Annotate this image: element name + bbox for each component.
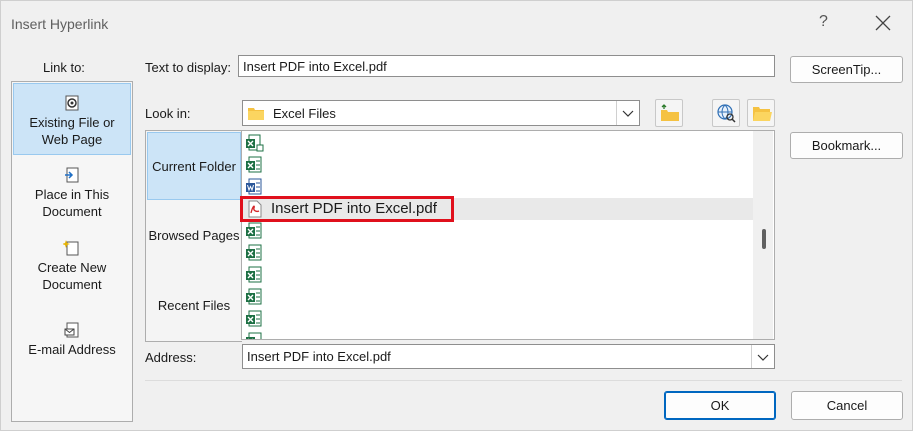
scrollbar-thumb[interactable] [762,229,766,249]
excel-file-icon [246,266,262,283]
link-existing-file[interactable]: Existing File or Web Page [13,83,131,155]
link-email-label: E-mail Address [28,342,116,357]
divider [145,380,902,381]
chevron-down-icon [622,110,634,117]
title-bar: Insert Hyperlink ? [1,1,912,45]
browse-file-button[interactable] [747,99,775,127]
excel-file-icon [246,310,262,327]
location-recent-files[interactable]: Recent Files [146,298,242,313]
link-create-line2: Document [42,277,102,292]
excel-file-icon [246,288,262,305]
link-place-line1: Place in This [34,187,110,202]
place-in-document-icon [65,167,79,183]
browse-web-icon [717,104,736,123]
file-row[interactable] [242,220,754,242]
address-combobox[interactable]: Insert PDF into Excel.pdf [242,344,775,369]
location-panel: Current Folder Browsed Pages Recent File… [145,130,242,342]
up-folder-icon [661,104,679,121]
file-list[interactable]: Insert PDF into Excel.pdf [241,130,775,340]
link-to-panel: Existing File or Web Page Place in This … [11,81,133,422]
close-button[interactable] [869,9,897,37]
excel-file-icon [246,156,262,173]
help-button[interactable]: ? [819,13,828,31]
open-folder-icon [753,107,772,121]
address-value: Insert PDF into Excel.pdf [247,349,391,364]
file-row[interactable] [242,154,754,176]
close-icon [875,15,891,31]
folder-icon [248,108,264,120]
file-list-scrollbar[interactable] [753,131,773,339]
excel-file-icon [246,244,262,261]
ok-button[interactable]: OK [664,391,776,420]
file-row[interactable] [242,264,754,286]
link-existing-file-line1: Existing File or [29,115,115,130]
create-new-document-icon [63,240,79,256]
insert-hyperlink-dialog: Insert Hyperlink ? Link to: Existing Fil… [0,0,913,431]
excel-file-icon [246,134,264,152]
screentip-button[interactable]: ScreenTip... [790,56,903,83]
look-in-dropdown[interactable]: Excel Files [242,100,640,126]
link-create-line1: Create New [37,260,107,275]
file-row[interactable] [242,132,754,154]
file-row[interactable] [242,286,754,308]
dialog-title: Insert Hyperlink [11,16,109,32]
cancel-button[interactable]: Cancel [791,391,903,420]
link-place-line2: Document [42,204,102,219]
link-existing-file-line2: Web Page [41,132,103,147]
existing-file-icon [65,95,79,111]
file-row[interactable] [242,242,754,264]
look-in-value: Excel Files [273,106,336,121]
file-row[interactable] [242,330,754,339]
address-label: Address: [145,350,197,365]
file-row[interactable] [242,176,754,198]
look-in-dropdown-button[interactable] [616,101,639,125]
link-create-new-document[interactable]: Create New Document [12,239,132,299]
file-row[interactable] [242,308,754,330]
text-to-display-input[interactable]: Insert PDF into Excel.pdf [238,55,775,77]
look-in-label: Look in: [145,106,191,121]
browse-web-button[interactable] [712,99,740,127]
excel-file-icon [246,332,262,339]
location-browsed-pages[interactable]: Browsed Pages [146,228,242,243]
email-address-icon [64,322,79,338]
highlight-annotation-box [240,196,454,222]
link-to-label: Link to: [43,60,85,75]
bookmark-button[interactable]: Bookmark... [790,132,903,159]
text-to-display-label: Text to display: [145,60,231,75]
link-place-in-document[interactable]: Place in This Document [12,166,132,226]
address-dropdown-button[interactable] [751,345,774,368]
chevron-down-icon [757,354,769,361]
link-email-address[interactable]: E-mail Address [12,321,132,361]
up-one-folder-button[interactable] [655,99,683,127]
location-current-folder[interactable]: Current Folder [147,132,241,200]
word-file-icon [246,178,262,195]
excel-file-icon [246,222,262,239]
